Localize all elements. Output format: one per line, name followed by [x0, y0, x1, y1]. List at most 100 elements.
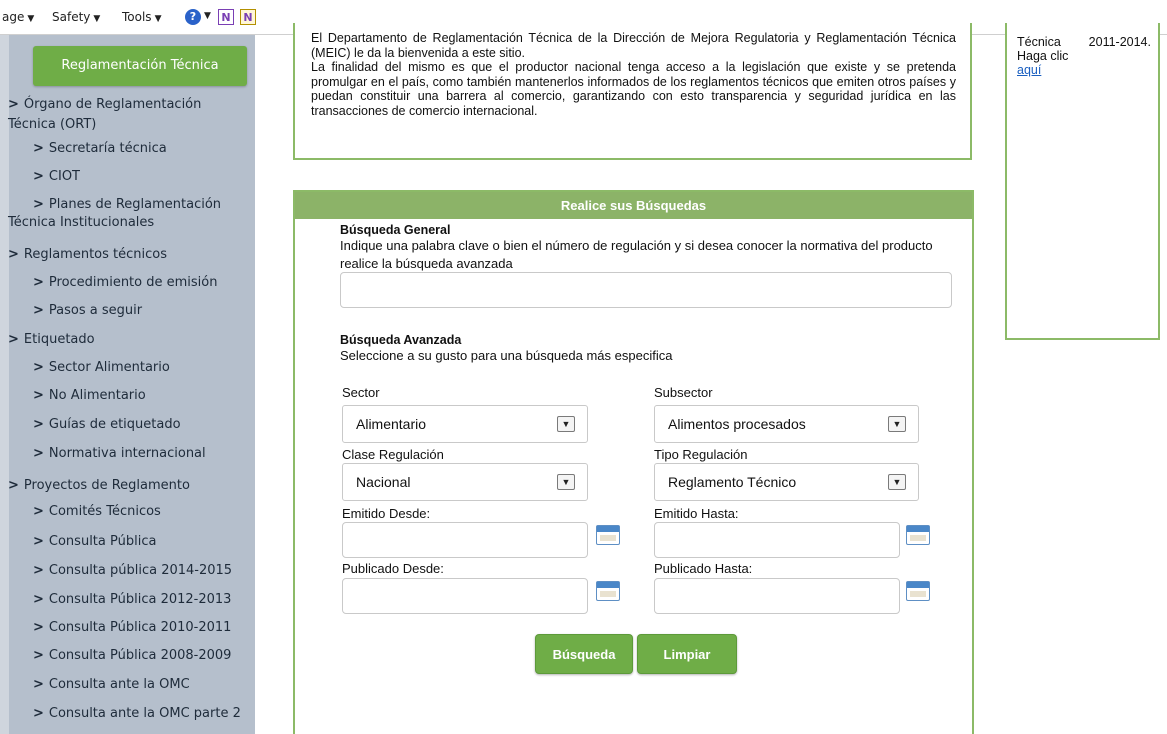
chevron-right-icon: >	[33, 275, 44, 290]
sidebar-item-etiquetado[interactable]: > Etiquetado	[8, 330, 95, 350]
help-icon[interactable]: ?	[185, 9, 201, 25]
chevron-right-icon: >	[33, 141, 44, 156]
intro-box: El Departamento de Reglamentación Técnic…	[293, 23, 972, 160]
search-button[interactable]: Búsqueda	[535, 634, 633, 674]
sidebar-item-label: Reglamentos técnicos	[23, 247, 168, 262]
sidebar-item-label: Consulta pública 2014-2015	[48, 563, 233, 578]
clase-regulacion-label: Clase Regulación	[342, 447, 444, 462]
chevron-right-icon: >	[33, 534, 44, 549]
sidebar-item-consulta-publica[interactable]: > Consulta Pública	[33, 532, 156, 552]
chevron-right-icon: >	[33, 388, 44, 403]
chevron-right-icon: >	[33, 197, 44, 212]
right-info-box: Técnica 2011-2014. Haga clic aquí	[1005, 23, 1160, 340]
safety-menu[interactable]: Safety ▼	[52, 10, 100, 24]
chevron-down-icon[interactable]: ▼	[888, 474, 906, 490]
sector-select[interactable]: Alimentario ▼	[342, 405, 588, 443]
sidebar-item-reglamentos[interactable]: > Reglamentos técnicos	[8, 245, 167, 265]
intro-purpose: La finalidad del mismo es que el product…	[311, 60, 956, 118]
advanced-search-desc: Seleccione a su gusto para una búsqueda …	[340, 348, 673, 363]
intro-text: El Departamento de Reglamentación Técnic…	[311, 31, 956, 118]
sidebar-item-consulta-omc[interactable]: > Consulta ante la OMC	[33, 675, 190, 695]
sidebar-item-sector-alimentario[interactable]: > Sector Alimentario	[33, 358, 170, 378]
sidebar-item-no-alimentario[interactable]: > No Alimentario	[33, 386, 146, 406]
sidebar-item-consulta-2014[interactable]: > Consulta pública 2014-2015	[33, 561, 232, 581]
emitido-hasta-input[interactable]	[654, 522, 900, 558]
chevron-right-icon: >	[33, 620, 44, 635]
chevron-down-icon: ▼	[154, 14, 162, 24]
publicado-desde-label: Publicado Desde:	[342, 561, 444, 576]
sidebar-item-consulta-omc-2[interactable]: > Consulta ante la OMC parte 2	[33, 704, 241, 724]
search-panel-header: Realice sus Búsquedas	[295, 192, 972, 219]
publicado-hasta-input[interactable]	[654, 578, 900, 614]
calendar-icon[interactable]	[596, 525, 620, 545]
right-info-body: Técnica 2011-2014. Haga clic	[1017, 35, 1151, 63]
chevron-down-icon: ▼	[93, 14, 101, 24]
sidebar-header-button[interactable]: Reglamentación Técnica	[33, 46, 247, 86]
emitido-desde-label: Emitido Desde:	[342, 506, 431, 521]
clase-regulacion-select[interactable]: Nacional ▼	[342, 463, 588, 501]
tools-menu[interactable]: Tools ▼	[122, 10, 161, 24]
publicado-hasta-label: Publicado Hasta:	[654, 561, 753, 576]
sidebar-item-comites[interactable]: > Comités Técnicos	[33, 502, 161, 522]
sidebar-item-consulta-2012[interactable]: > Consulta Pública 2012-2013	[33, 590, 231, 610]
page-menu-label: age	[2, 10, 25, 24]
sidebar: Reglamentación Técnica > Órgano de Reglam…	[0, 35, 255, 734]
chevron-down-icon[interactable]: ▼	[204, 11, 211, 21]
sidebar-item-consulta-2010[interactable]: > Consulta Pública 2010-2011	[33, 618, 231, 638]
sidebar-item-label: Consulta Pública	[48, 534, 157, 549]
sidebar-item-planes-cont[interactable]: Técnica Institucionales	[8, 213, 154, 233]
chevron-right-icon: >	[33, 303, 44, 318]
sidebar-item-guias[interactable]: > Guías de etiquetado	[33, 415, 181, 435]
right-info-link[interactable]: aquí	[1017, 63, 1041, 77]
tools-menu-label: Tools	[122, 10, 152, 24]
sidebar-item-label: Comités Técnicos	[48, 504, 161, 519]
subsector-select-value: Alimentos procesados	[668, 416, 806, 432]
chevron-right-icon: >	[33, 446, 44, 461]
general-search-desc: Indique una palabra clave o bien el núme…	[340, 238, 933, 271]
chevron-right-icon: >	[33, 504, 44, 519]
sidebar-item-pasos[interactable]: > Pasos a seguir	[33, 301, 142, 321]
calendar-icon[interactable]	[906, 525, 930, 545]
sidebar-item-normativa[interactable]: > Normativa internacional	[33, 444, 206, 464]
calendar-icon[interactable]	[906, 581, 930, 601]
onenote-linked-notes-icon[interactable]: N	[240, 9, 256, 25]
onenote-icon-letter: N	[243, 11, 253, 24]
chevron-right-icon: >	[33, 706, 44, 721]
chevron-right-icon: >	[33, 417, 44, 432]
right-info-text: Técnica 2011-2014. Haga clic aquí	[1017, 35, 1151, 77]
sidebar-item-label: Guías de etiquetado	[48, 417, 181, 432]
sidebar-item-organo[interactable]: > Órgano de Reglamentación Técnica (ORT)	[8, 95, 201, 135]
sidebar-item-label: Procedimiento de emisión	[48, 275, 218, 290]
sidebar-item-label: Secretaría técnica	[48, 141, 167, 156]
clear-button[interactable]: Limpiar	[637, 634, 737, 674]
onenote-icon[interactable]: N	[218, 9, 234, 25]
subsector-label: Subsector	[654, 385, 713, 400]
emitido-desde-input[interactable]	[342, 522, 588, 558]
clase-regulacion-value: Nacional	[356, 474, 411, 490]
sidebar-item-label: CIOT	[48, 169, 80, 184]
sidebar-item-label: Sector Alimentario	[48, 360, 170, 375]
sidebar-item-label: Etiquetado	[23, 332, 95, 347]
chevron-down-icon[interactable]: ▼	[888, 416, 906, 432]
publicado-desde-input[interactable]	[342, 578, 588, 614]
sidebar-item-label: No Alimentario	[48, 388, 146, 403]
chevron-down-icon[interactable]: ▼	[557, 474, 575, 490]
calendar-icon[interactable]	[596, 581, 620, 601]
emitido-hasta-label: Emitido Hasta:	[654, 506, 739, 521]
general-search-input[interactable]	[340, 272, 952, 308]
tipo-regulacion-value: Reglamento Técnico	[668, 474, 797, 490]
subsector-select[interactable]: Alimentos procesados ▼	[654, 405, 919, 443]
sidebar-item-procedimiento[interactable]: > Procedimiento de emisión	[33, 273, 217, 293]
chevron-down-icon[interactable]: ▼	[557, 416, 575, 432]
sidebar-item-label: Órgano de Reglamentación	[23, 97, 202, 112]
sidebar-item-consulta-2008[interactable]: > Consulta Pública 2008-2009	[33, 646, 231, 666]
sidebar-item-proyectos[interactable]: > Proyectos de Reglamento	[8, 476, 190, 496]
sidebar-item-planes[interactable]: > Planes de Reglamentación	[33, 195, 221, 215]
page-menu[interactable]: age ▼	[2, 10, 34, 24]
tipo-regulacion-label: Tipo Regulación	[654, 447, 748, 462]
sidebar-item-secretaria[interactable]: > Secretaría técnica	[33, 139, 167, 159]
chevron-right-icon: >	[33, 677, 44, 692]
sidebar-item-ciot[interactable]: > CIOT	[33, 167, 80, 187]
tipo-regulacion-select[interactable]: Reglamento Técnico ▼	[654, 463, 919, 501]
chevron-right-icon: >	[33, 648, 44, 663]
